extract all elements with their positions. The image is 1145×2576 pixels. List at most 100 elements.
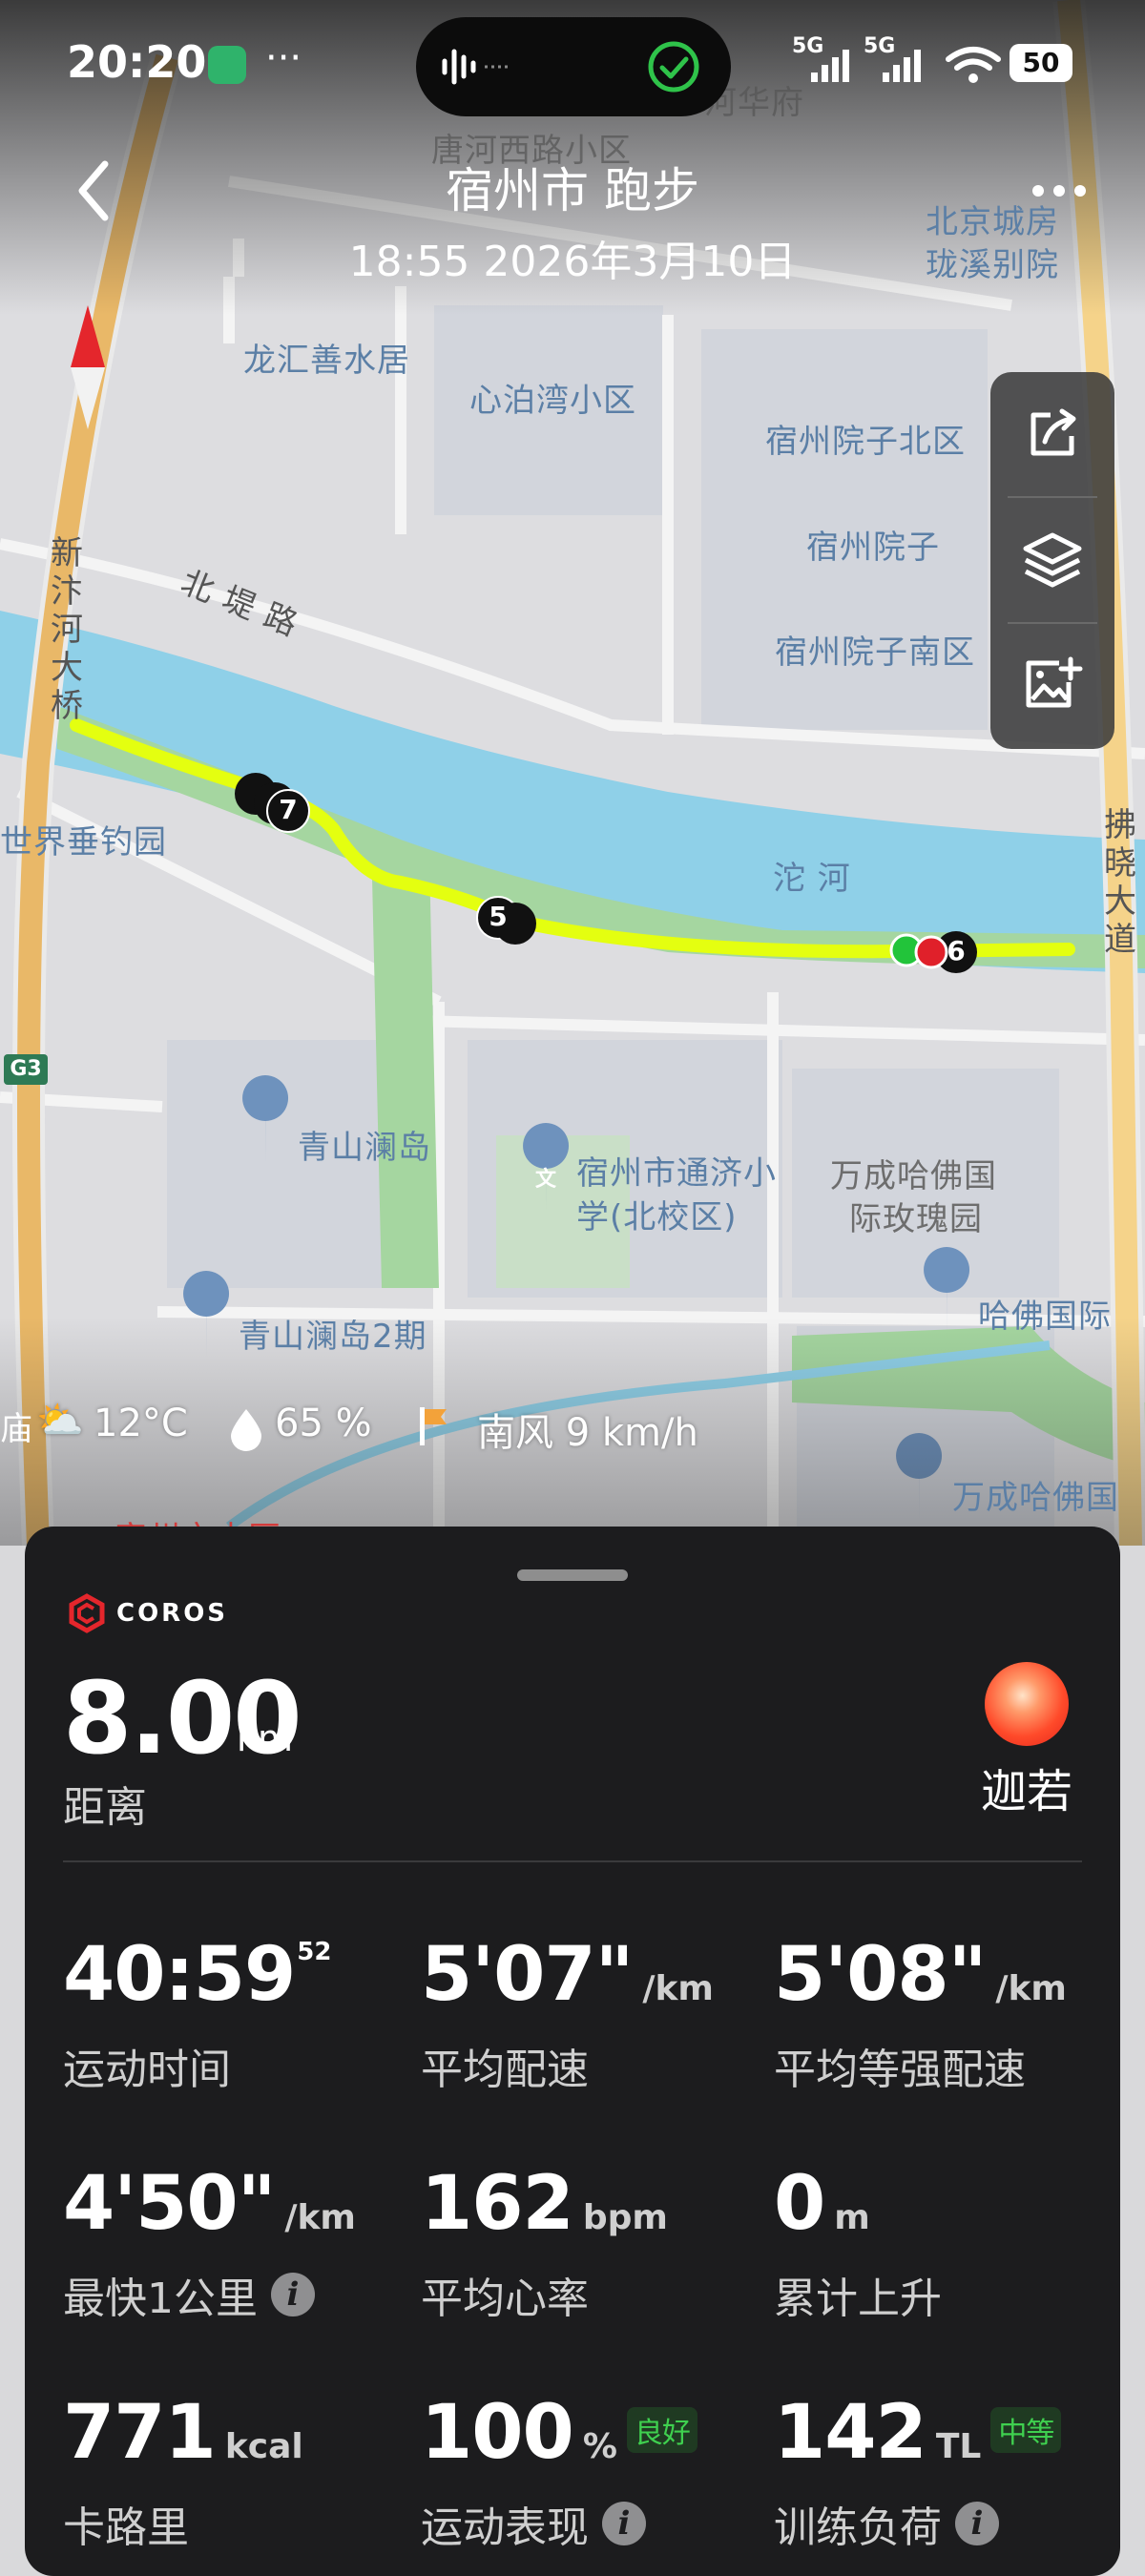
km-marker[interactable]: 7 — [275, 794, 302, 825]
weather-bar: ⛅ 12°C 65 % 南风 9 km/h — [0, 1398, 763, 1455]
humidity: 65 % — [275, 1402, 372, 1445]
stat-unit: TL — [935, 2427, 982, 2466]
audio-waveform-icon — [442, 49, 508, 85]
share-button[interactable] — [990, 372, 1114, 496]
map-label: 学(北校区) — [576, 1198, 738, 1236]
add-image-icon — [1026, 656, 1083, 708]
map-layers-button[interactable] — [990, 498, 1114, 622]
stat-unit: % — [582, 2427, 617, 2466]
stat-value: 100 — [421, 2390, 574, 2476]
status-badge: 中等 — [990, 2406, 1062, 2453]
brand-logo: COROS — [67, 1591, 228, 1635]
stat-duration: 40:5952 运动时间 — [63, 1932, 406, 2094]
highway-shield: G3 — [10, 1057, 42, 1081]
more-options-button[interactable] — [1030, 177, 1088, 205]
share-icon — [1030, 408, 1076, 456]
status-time: 20:20 — [67, 36, 207, 88]
activity-summary-card[interactable]: COROS 8.00 km 距离 迦若 40:5952 运动时间 5'07"/k… — [25, 1527, 1120, 2576]
map-label: 哈佛国际 — [978, 1298, 1112, 1336]
stat-fastest-km: 4'50"/km 最快1公里 i — [63, 2161, 406, 2323]
wind-flag-icon — [420, 1407, 447, 1445]
stat-performance: 100% 良好 运动表现 i — [421, 2390, 764, 2552]
map-label: 青山澜岛 — [298, 1129, 431, 1167]
stat-label: 累计上升 — [774, 2275, 942, 2323]
battery-icon: 50 — [1010, 44, 1072, 82]
info-icon[interactable]: i — [271, 2273, 315, 2316]
drag-handle[interactable] — [517, 1569, 628, 1581]
stat-value: 0 — [774, 2161, 825, 2247]
stat-label: 最快1公里 — [63, 2275, 258, 2323]
stat-label: 训练负荷 — [774, 2503, 942, 2552]
layers-icon — [1023, 532, 1082, 588]
humidity-drop-icon — [231, 1409, 261, 1451]
avatar[interactable] — [985, 1662, 1069, 1746]
signal-icon — [883, 50, 921, 82]
signal-icon — [811, 50, 849, 82]
add-photo-button[interactable] — [990, 624, 1114, 748]
stat-label: 运动表现 — [421, 2503, 589, 2552]
stat-calories: 771 kcal 卡路里 — [63, 2390, 406, 2552]
divider — [63, 1860, 1082, 1862]
stat-training-load: 142 TL 中等 训练负荷 i — [774, 2390, 1117, 2552]
stat-unit: bpm — [582, 2198, 668, 2237]
stat-value: 771 — [63, 2390, 217, 2476]
stat-label: 平均配速 — [421, 2046, 589, 2094]
stat-label: 卡路里 — [63, 2503, 189, 2552]
stat-unit: /km — [642, 1969, 714, 2008]
km-marker[interactable]: 6 — [943, 935, 969, 966]
km-marker[interactable]: 5 — [485, 901, 511, 932]
map-label: 宿州院子北区 — [765, 423, 966, 461]
map-label-vertical: 拂晓大道 — [1104, 806, 1136, 959]
status-badge: 良好 — [626, 2406, 697, 2453]
stat-value: 4'50" — [63, 2161, 276, 2247]
map-toolbox — [990, 372, 1114, 749]
school-icon: 文 — [534, 1168, 556, 1192]
status-bar: 20:20 ··· 5G 5G 50 — [0, 0, 1145, 134]
temperature: 12°C — [94, 1402, 188, 1445]
more-notifications-icon: ··· — [265, 36, 302, 80]
map-label: 宿州院子南区 — [775, 634, 975, 672]
distance-unit: km — [237, 1717, 294, 1759]
weather-cloud-sun-icon: ⛅ — [36, 1399, 84, 1443]
map-label: 沱 河 — [773, 860, 851, 898]
stat-value: 40:59 — [63, 1932, 296, 2018]
map-label: 万成哈佛国 — [952, 1479, 1119, 1517]
map-label: 万成哈佛国 — [830, 1157, 997, 1195]
stat-avg-grade-pace: 5'08"/km 平均等强配速 — [774, 1932, 1117, 2094]
map-label: 宿州市通济小 — [576, 1154, 777, 1193]
distance-label: 距离 — [63, 1783, 147, 1832]
stat-elevation-gain: 0m 累计上升 — [774, 2161, 1117, 2323]
dynamic-island[interactable] — [416, 17, 731, 116]
page-title: 宿州市 跑步 — [446, 163, 699, 218]
stat-avg-pace: 5'07"/km 平均配速 — [421, 1932, 764, 2094]
wifi-icon — [946, 47, 1001, 83]
stat-avg-heart-rate: 162 bpm 平均心率 — [421, 2161, 764, 2323]
check-circle-icon — [648, 41, 699, 93]
map-label: 龙汇善水居 — [243, 342, 410, 380]
app-notification-icon — [208, 46, 246, 84]
user-name: 迦若 — [980, 1765, 1072, 1818]
user-profile[interactable]: 迦若 — [969, 1662, 1084, 1820]
map-label: 宿州院子 — [806, 529, 940, 567]
stat-label: 平均等强配速 — [774, 2046, 1026, 2094]
page-subtitle: 18:55 2026年3月10日 — [348, 238, 797, 286]
stat-unit: /km — [995, 1969, 1067, 2008]
stat-value: 162 — [421, 2161, 574, 2247]
map-label: 心泊湾小区 — [469, 382, 636, 420]
brand-name: COROS — [116, 1599, 229, 1628]
map-label-vertical: 新汴河大桥 — [51, 534, 83, 725]
coros-logo-icon — [69, 1593, 105, 1633]
stat-unit: kcal — [224, 2427, 303, 2466]
stat-value: 5'08" — [774, 1932, 987, 2018]
map-label: 世界垂钓园 — [0, 823, 167, 862]
stat-unit: /km — [284, 2198, 356, 2237]
map-label: 青山澜岛2期 — [239, 1318, 427, 1356]
info-icon[interactable]: i — [955, 2502, 999, 2545]
stat-value: 5'07" — [421, 1932, 634, 2018]
info-icon[interactable]: i — [602, 2502, 646, 2545]
stat-hundredths: 52 — [297, 1938, 332, 1966]
wind: 南风 9 km/h — [477, 1411, 698, 1455]
stat-value: 142 — [774, 2390, 927, 2476]
map-label: 际玫瑰园 — [849, 1200, 983, 1238]
stat-label: 运动时间 — [63, 2046, 231, 2094]
